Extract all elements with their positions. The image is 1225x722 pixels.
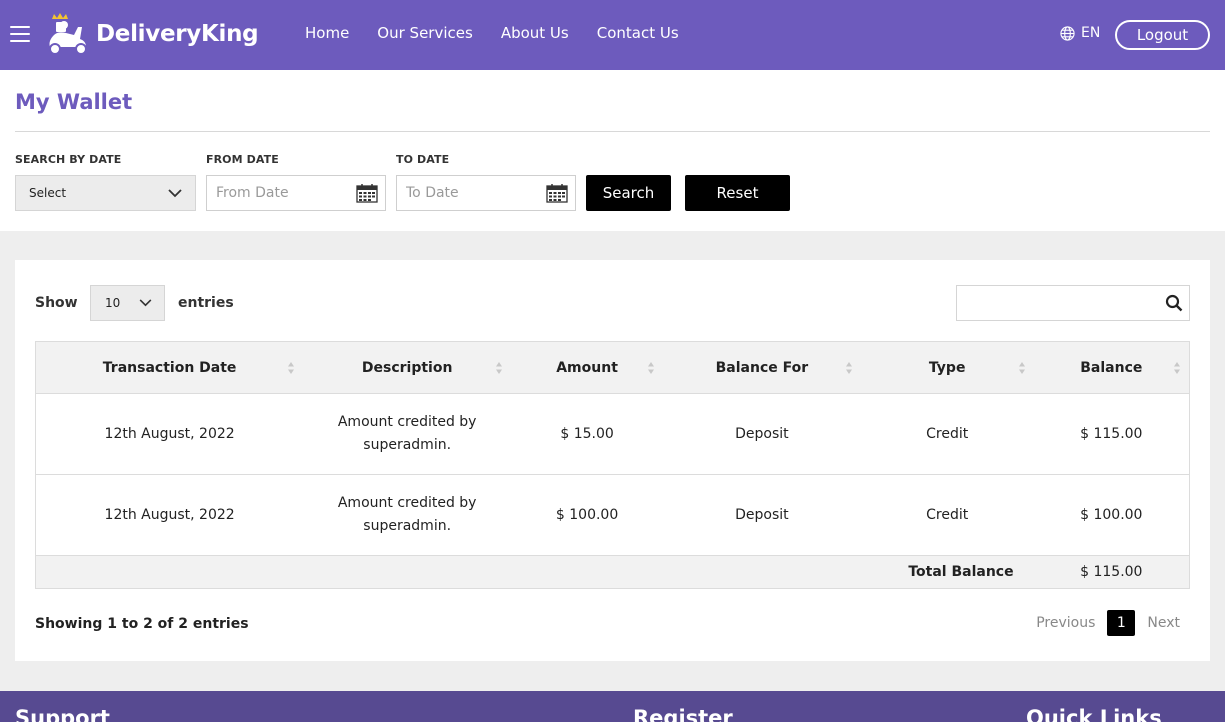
entries-value: 10 (105, 296, 121, 310)
nav-about-us[interactable]: About Us (501, 24, 569, 42)
wallet-table: Transaction Date Description Amount Bala… (34, 341, 1190, 589)
cell-type: Credit (860, 474, 1034, 556)
wallet-filter-section: My Wallet SEARCH BY DATE Select FROM DAT… (0, 70, 1225, 231)
cell-amount: $ 15.00 (511, 393, 663, 475)
sort-icon (496, 362, 503, 374)
table-info: Showing 1 to 2 of 2 entries (35, 616, 249, 632)
total-balance-value: $ 115.00 (1033, 555, 1190, 589)
cell-balance: $ 100.00 (1033, 474, 1190, 556)
column-header-type[interactable]: Type (860, 341, 1034, 394)
brand-logo[interactable]: DeliveryKing (44, 13, 259, 55)
brand-name: DeliveryKing (96, 21, 259, 47)
column-header-balance-for[interactable]: Balance For (662, 341, 861, 394)
column-header-amount[interactable]: Amount (511, 341, 663, 394)
delivery-scooter-icon (49, 13, 87, 55)
nav-contact-us[interactable]: Contact Us (597, 24, 679, 42)
from-date-field (206, 175, 386, 211)
table-row: 12th August, 2022 Amount credited by sup… (35, 393, 1190, 475)
table-header-row: Transaction Date Description Amount Bala… (35, 341, 1190, 394)
wallet-table-card: Show 10 entries Transaction Date Descrip… (15, 260, 1210, 661)
menu-icon[interactable] (10, 26, 30, 44)
calendar-icon[interactable] (356, 183, 378, 203)
footer: Support Register Quick Links (0, 691, 1225, 722)
next-page-button[interactable]: Next (1147, 615, 1180, 631)
to-date-input[interactable] (406, 185, 546, 201)
entries-label: entries (178, 295, 234, 311)
nav-home[interactable]: Home (305, 24, 349, 42)
divider (15, 131, 1210, 132)
footer-heading-support: Support (15, 706, 110, 722)
sort-icon (647, 362, 654, 374)
search-button[interactable]: Search (586, 175, 671, 211)
chevron-down-icon (168, 188, 182, 197)
main-nav: Home Our Services About Us Contact Us (305, 24, 679, 42)
footer-heading-register: Register (633, 706, 733, 722)
table-search-input[interactable] (957, 286, 1157, 320)
cell-description: Amount credited by superadmin. (303, 393, 512, 475)
globe-icon (1060, 25, 1075, 41)
sort-icon (288, 362, 295, 374)
cell-balance-for: Deposit (662, 393, 861, 475)
table-row: 12th August, 2022 Amount credited by sup… (35, 474, 1190, 556)
page-title: My Wallet (15, 90, 133, 114)
entries-per-page-select[interactable]: 10 (90, 285, 165, 321)
reset-button[interactable]: Reset (685, 175, 790, 211)
cell-amount: $ 100.00 (511, 474, 663, 556)
search-icon[interactable] (1165, 294, 1183, 312)
language-label: EN (1081, 25, 1101, 41)
page-1-button[interactable]: 1 (1107, 610, 1136, 636)
sort-icon (845, 362, 852, 374)
cell-description: Amount credited by superadmin. (303, 474, 512, 556)
column-header-balance[interactable]: Balance (1033, 341, 1190, 394)
chevron-down-icon (139, 299, 152, 307)
total-balance-label: Total Balance (860, 555, 1034, 589)
search-by-date-select[interactable]: Select (15, 175, 196, 211)
search-by-date-label: SEARCH BY DATE (15, 153, 122, 166)
to-date-field (396, 175, 576, 211)
nav-our-services[interactable]: Our Services (377, 24, 473, 42)
cell-balance: $ 115.00 (1033, 393, 1190, 475)
column-header-description[interactable]: Description (303, 341, 512, 394)
footer-heading-quick-links: Quick Links (1026, 706, 1162, 722)
cell-balance-for: Deposit (662, 474, 861, 556)
total-balance-row: Total Balance $ 115.00 (34, 555, 1190, 589)
cell-transaction-date: 12th August, 2022 (35, 393, 304, 475)
from-date-label: FROM DATE (206, 153, 279, 166)
logout-button[interactable]: Logout (1115, 20, 1210, 50)
cell-type: Credit (860, 393, 1034, 475)
from-date-input[interactable] (216, 185, 356, 201)
sort-icon (1018, 362, 1025, 374)
top-header: DeliveryKing Home Our Services About Us … (0, 0, 1225, 70)
previous-page-button[interactable]: Previous (1036, 615, 1095, 631)
to-date-label: TO DATE (396, 153, 450, 166)
show-label: Show (35, 295, 78, 311)
language-selector[interactable]: EN (1060, 25, 1100, 41)
sort-icon (1174, 362, 1180, 374)
column-header-transaction-date[interactable]: Transaction Date (35, 341, 304, 394)
search-by-date-value: Select (29, 186, 67, 200)
calendar-icon[interactable] (546, 183, 568, 203)
pagination: Previous 1 Next (1036, 610, 1180, 636)
cell-transaction-date: 12th August, 2022 (35, 474, 304, 556)
table-search (956, 285, 1190, 321)
